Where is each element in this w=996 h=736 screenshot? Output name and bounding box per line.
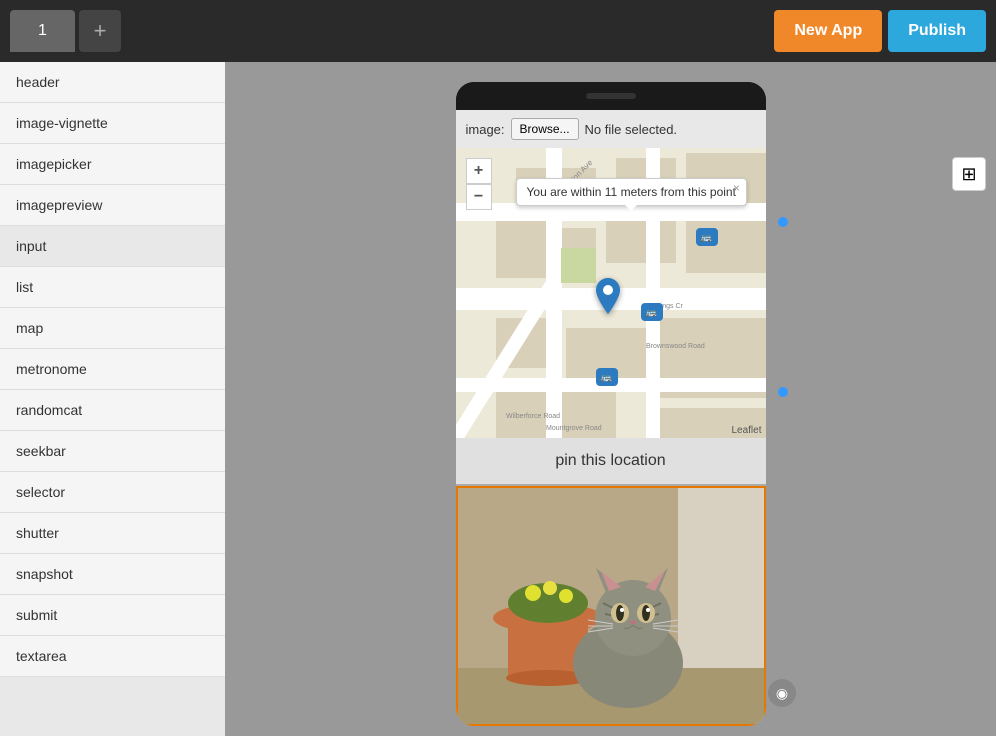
image-label: image: (466, 122, 505, 137)
sidebar-item-snapshot[interactable]: snapshot (0, 554, 225, 595)
phone-frame: image: Browse... No file selected. (456, 82, 766, 726)
grid-icon: ⊞ (961, 164, 976, 185)
map-container[interactable]: Myddleton Ave Heron Drive Brownswood Roa… (456, 148, 766, 438)
leaflet-attribution: Leaflet (731, 425, 761, 436)
map-bus-icon-2: 🚌 (596, 368, 618, 386)
publish-button[interactable]: Publish (888, 10, 986, 52)
cat-image-svg (458, 488, 766, 726)
sidebar-item-input[interactable]: input (0, 226, 225, 267)
sidebar-item-selector[interactable]: selector (0, 472, 225, 513)
sidebar-item-textarea[interactable]: textarea (0, 636, 225, 677)
map-tooltip: You are within 11 meters from this point… (516, 178, 747, 206)
image-picker-bar: image: Browse... No file selected. (456, 110, 766, 148)
new-app-button[interactable]: New App (774, 10, 882, 52)
tab-1[interactable]: 1 (10, 10, 75, 52)
canvas-area: ◉ ◉ image: Browse... No file (225, 62, 996, 736)
map-pin (596, 278, 620, 321)
sidebar-item-map[interactable]: map (0, 308, 225, 349)
svg-text:Wilberforce Road: Wilberforce Road (506, 413, 560, 420)
svg-text:Mountgrove Road: Mountgrove Road (546, 425, 602, 432)
sidebar-item-metronome[interactable]: metronome (0, 349, 225, 390)
grid-icon-button[interactable]: ⊞ (952, 157, 986, 191)
phone-content: image: Browse... No file selected. (456, 110, 766, 726)
sidebar-item-imagepreview[interactable]: imagepreview (0, 185, 225, 226)
sound-icon-right[interactable]: ◉ (768, 679, 796, 707)
sidebar-item-image-vignette[interactable]: image-vignette (0, 103, 225, 144)
map-zoom-in-button[interactable]: + (466, 158, 492, 184)
sidebar-item-shutter[interactable]: shutter (0, 513, 225, 554)
sidebar-item-header[interactable]: header (0, 62, 225, 103)
sidebar-item-seekbar[interactable]: seekbar (0, 431, 225, 472)
map-tooltip-close-button[interactable]: × (733, 181, 740, 195)
cat-image-area (456, 486, 766, 726)
map-bus-icon-1: 🚌 (641, 303, 663, 321)
map-controls: + − (466, 158, 492, 210)
map-tooltip-text: You are within 11 meters from this point (527, 185, 736, 199)
pin-location-button[interactable]: pin this location (456, 438, 766, 486)
sidebar-item-randomcat[interactable]: randomcat (0, 390, 225, 431)
map-zoom-out-button[interactable]: − (466, 184, 492, 210)
phone-top-bar (456, 82, 766, 110)
map-bus-icon-3: 🚌 (696, 228, 718, 246)
no-file-label: No file selected. (585, 122, 678, 137)
sidebar: header image-vignette imagepicker imagep… (0, 62, 225, 736)
sidebar-item-list[interactable]: list (0, 267, 225, 308)
phone-speaker (586, 93, 636, 99)
svg-text:Brownswood Road: Brownswood Road (646, 343, 705, 350)
main-layout: header image-vignette imagepicker imagep… (0, 62, 996, 736)
tab-add-button[interactable]: + (79, 10, 121, 52)
topbar: 1 + New App Publish (0, 0, 996, 62)
sidebar-item-submit[interactable]: submit (0, 595, 225, 636)
browse-button[interactable]: Browse... (511, 118, 579, 140)
sidebar-item-imagepicker[interactable]: imagepicker (0, 144, 225, 185)
sound-icon-right-glyph: ◉ (776, 685, 788, 702)
